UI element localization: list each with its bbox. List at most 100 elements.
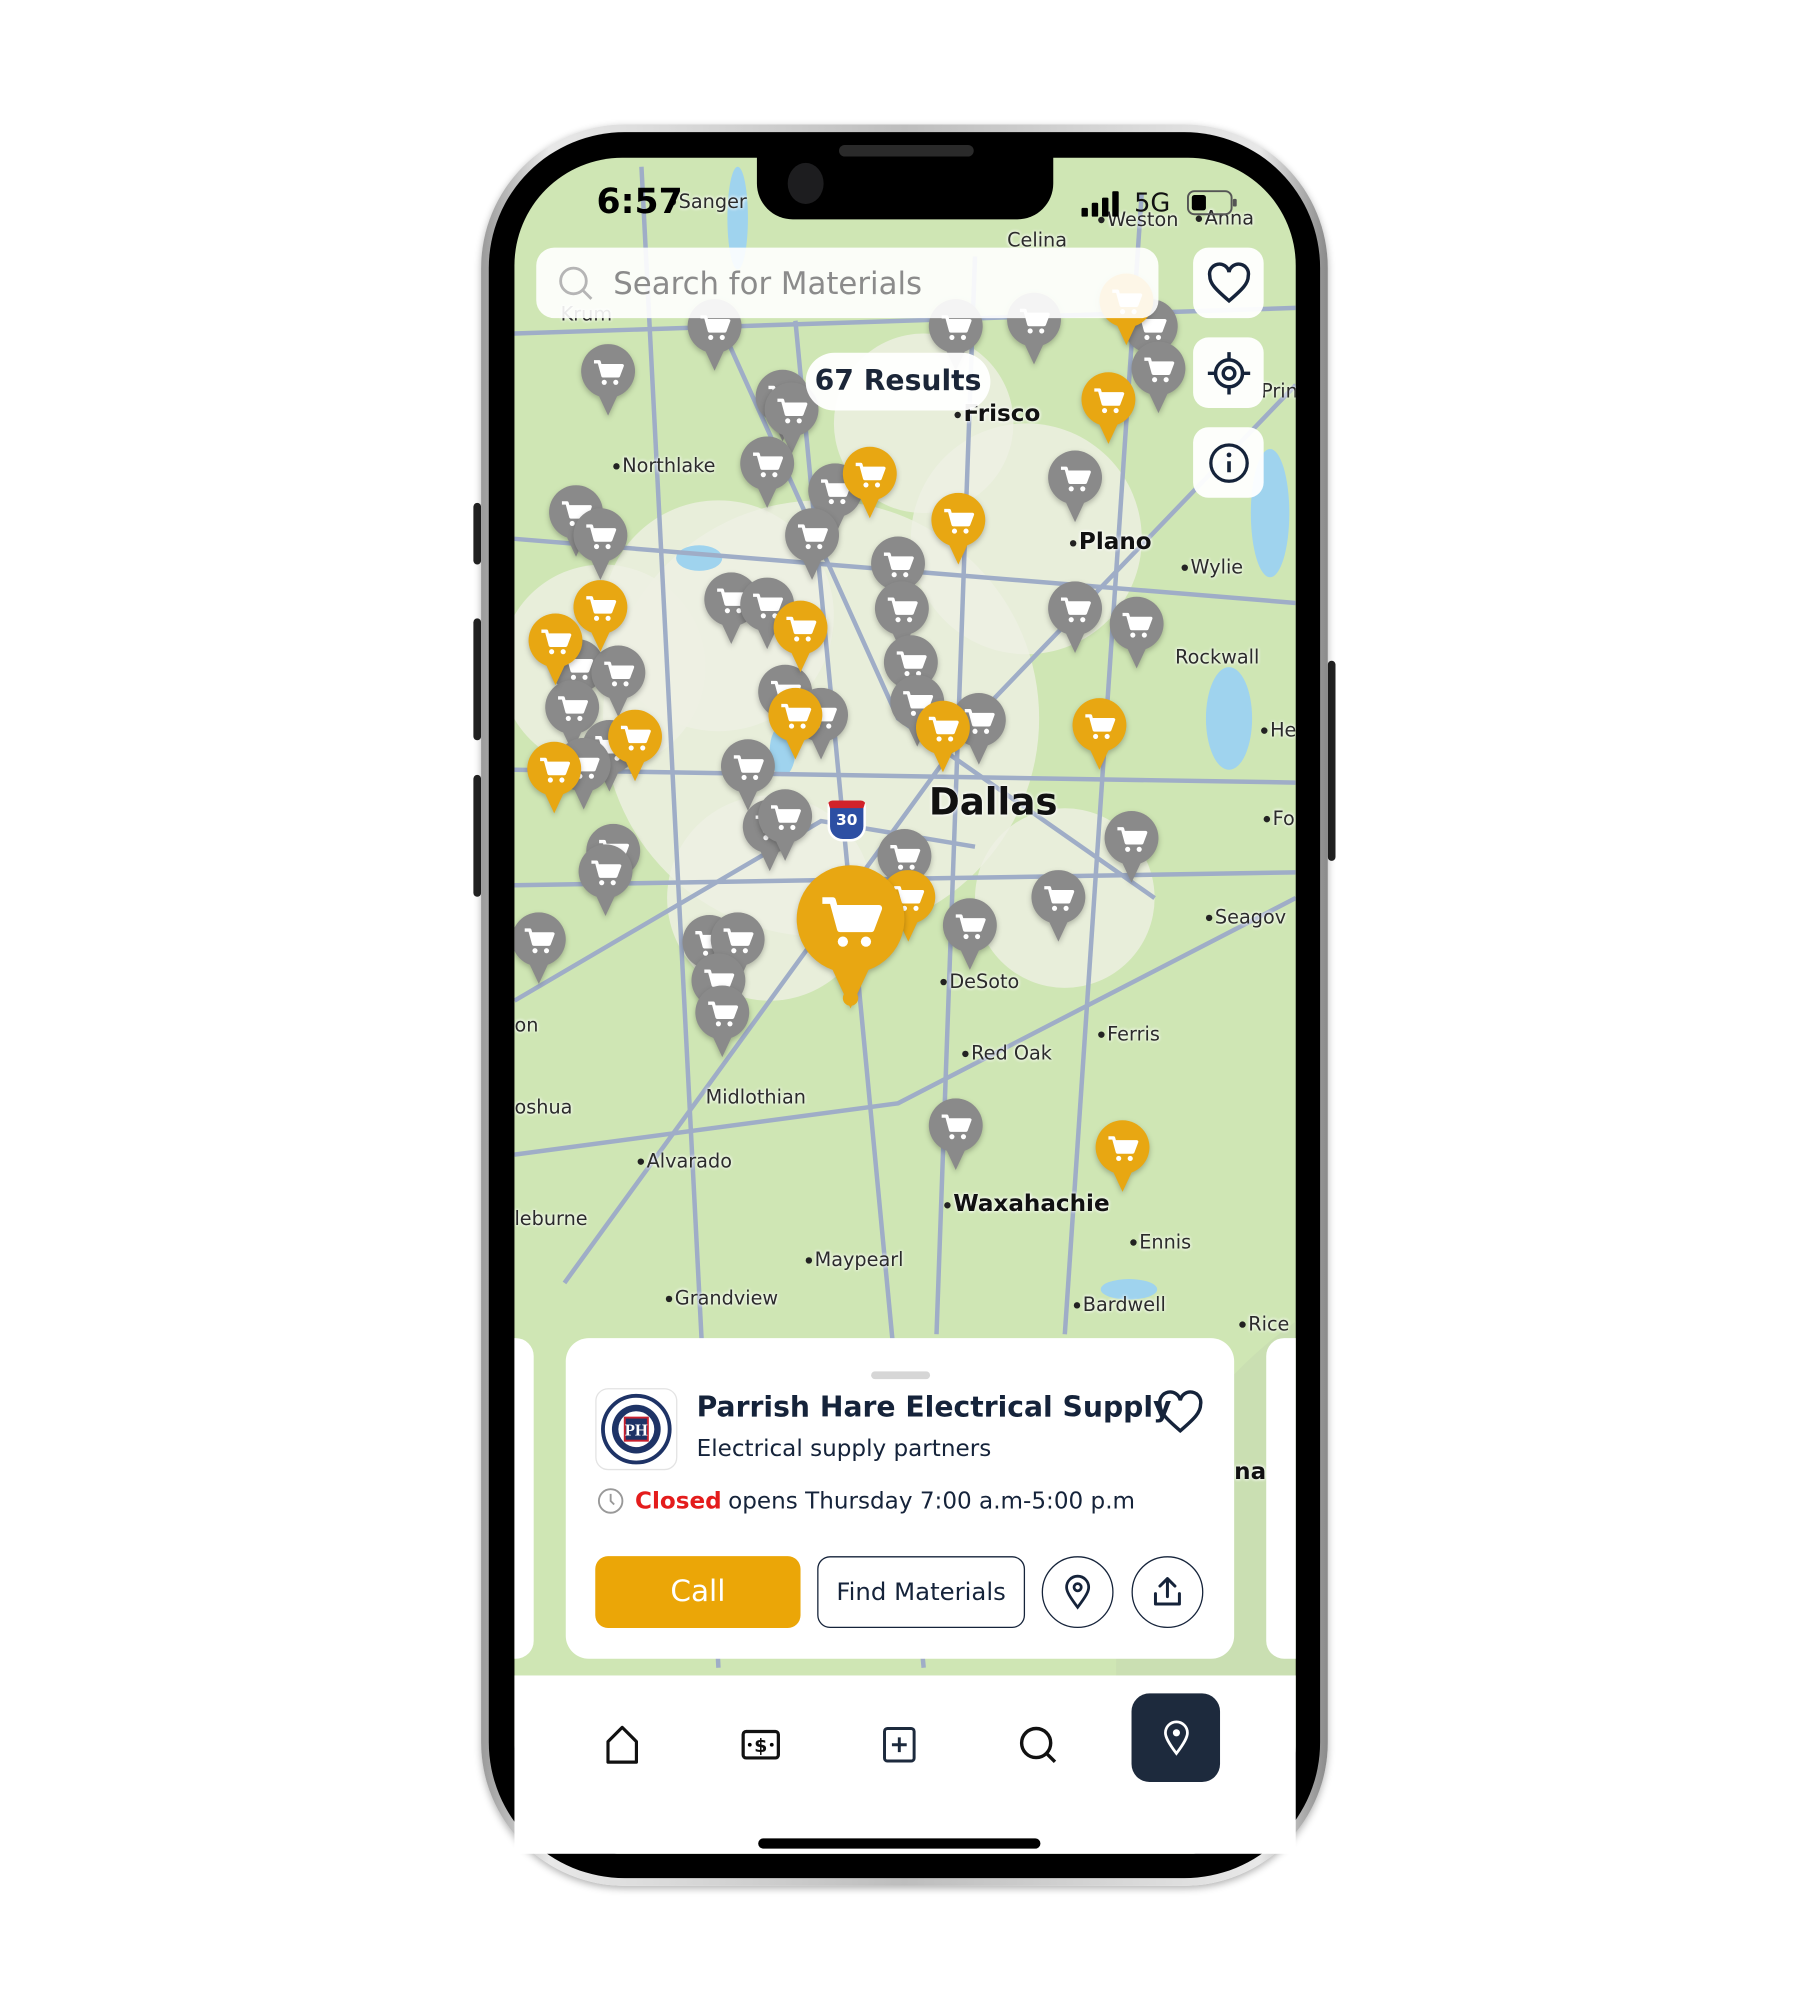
partner-marker[interactable] [842, 446, 898, 520]
store-marker[interactable] [784, 508, 840, 582]
directions-button[interactable] [1041, 1556, 1114, 1629]
home-icon [606, 1725, 638, 1764]
store-marker[interactable] [694, 985, 750, 1059]
place-label: Northlake [613, 454, 715, 477]
place-name: Alvarado [646, 1149, 732, 1173]
place-name: Waxahachie [953, 1190, 1110, 1218]
store-marker[interactable] [1047, 581, 1103, 655]
place-label: Midlothian [706, 1085, 806, 1108]
place-name: Fo [1272, 806, 1295, 831]
previous-card-peek[interactable] [514, 1338, 534, 1659]
place-name: on [514, 1013, 539, 1037]
place-name: Rice [1248, 1312, 1290, 1336]
favorites-button[interactable] [1193, 247, 1264, 319]
store-marker[interactable] [1103, 811, 1159, 885]
place-label: leburne [514, 1207, 587, 1230]
search-icon [559, 266, 593, 300]
place-label: DeSoto [940, 970, 1019, 993]
place-name: Wylie [1190, 555, 1244, 579]
place-label: Waxahachie [944, 1190, 1110, 1218]
search-input[interactable]: Search for Materials [536, 247, 1159, 319]
power-button [1327, 660, 1336, 861]
partner-marker[interactable] [1094, 1120, 1150, 1194]
search-placeholder: Search for Materials [613, 264, 923, 301]
partner-marker[interactable] [527, 613, 583, 687]
place-name: Prin [1261, 379, 1296, 403]
store-marker[interactable] [1130, 341, 1186, 415]
store-marker[interactable] [572, 508, 628, 582]
info-icon [1208, 442, 1249, 483]
call-button[interactable]: Call [595, 1556, 801, 1629]
opening-hours: opens Thursday 7:00 a.m-5:00 p.m [728, 1487, 1136, 1515]
partner-marker[interactable] [930, 492, 986, 567]
store-category: Electrical supply partners [696, 1435, 992, 1463]
heart-icon [1158, 1390, 1203, 1434]
speaker [839, 144, 974, 157]
svg-text:$: $ [754, 1735, 767, 1757]
partner-marker[interactable] [915, 700, 971, 774]
place-name: Midlothian [705, 1085, 806, 1109]
store-marker[interactable] [577, 844, 633, 918]
place-label: Wylie [1181, 555, 1244, 579]
partner-marker[interactable] [607, 709, 663, 783]
place-name: leburne [514, 1207, 588, 1231]
store-marker[interactable] [757, 789, 813, 863]
store-marker[interactable] [928, 1098, 984, 1172]
place-name: Maypearl [814, 1248, 904, 1272]
store-hours: Closed opens Thursday 7:00 a.m-5:00 p.m [597, 1487, 1136, 1515]
silent-switch [473, 502, 482, 565]
find-materials-button[interactable]: Find Materials [817, 1556, 1026, 1629]
store-name: Parrish Hare Electrical Supply [696, 1391, 1172, 1425]
store-logo: PH [595, 1388, 678, 1471]
nav-search[interactable] [1012, 1719, 1063, 1770]
location-pin-icon [1065, 1574, 1091, 1610]
place-label: Fo [1263, 806, 1295, 831]
volume-up-button [473, 618, 482, 741]
nav-map[interactable] [1131, 1693, 1221, 1782]
place-label: Maypearl [805, 1248, 904, 1272]
partner-marker[interactable] [1080, 372, 1136, 446]
place-label: Seagov [1205, 906, 1286, 929]
place-label: Ennis [1130, 1230, 1191, 1253]
next-card-peek[interactable] [1266, 1338, 1296, 1659]
signal-icon [1081, 191, 1119, 217]
drag-handle[interactable] [871, 1371, 931, 1380]
nav-add[interactable] [874, 1719, 925, 1770]
store-marker[interactable] [1108, 596, 1164, 671]
place-label: oshua [514, 1096, 572, 1119]
place-label: He [1261, 718, 1296, 742]
store-marker[interactable] [580, 344, 636, 418]
store-marker[interactable] [1030, 870, 1086, 944]
add-square-icon [883, 1726, 916, 1763]
info-button[interactable] [1193, 427, 1264, 498]
place-name: Bardwell [1082, 1293, 1166, 1317]
place-name: Sanger [678, 189, 747, 213]
status-time: 6:57 [596, 182, 683, 222]
store-card[interactable]: PH Parrish Hare Electrical Supply Electr… [565, 1338, 1235, 1659]
place-name: Ennis [1139, 1230, 1192, 1254]
nav-quotes[interactable]: $ [735, 1719, 786, 1770]
favorite-store-button[interactable] [1156, 1389, 1205, 1440]
selected-location-dot [842, 990, 859, 1006]
locate-me-button[interactable] [1193, 337, 1264, 408]
partner-marker[interactable] [767, 687, 823, 762]
network-label: 5G [1134, 187, 1171, 219]
store-marker[interactable] [1047, 450, 1103, 524]
place-name: He [1270, 718, 1296, 742]
place-label: Rice [1239, 1312, 1289, 1335]
place-name: Ferris [1107, 1022, 1160, 1046]
store-marker[interactable] [942, 898, 998, 972]
partner-marker[interactable] [1071, 698, 1127, 772]
partner-marker[interactable] [772, 600, 828, 674]
heart-icon [1207, 261, 1250, 303]
crosshair-icon [1207, 351, 1250, 394]
place-label: Ferris [1098, 1022, 1160, 1046]
place-label: on [514, 1013, 538, 1036]
share-button[interactable] [1131, 1556, 1204, 1629]
partner-marker[interactable] [526, 741, 582, 816]
place-label: Plano [1069, 529, 1152, 555]
store-marker[interactable] [514, 912, 567, 986]
search-icon [1019, 1726, 1057, 1764]
store-marker[interactable] [739, 436, 795, 510]
nav-home[interactable] [597, 1719, 648, 1770]
